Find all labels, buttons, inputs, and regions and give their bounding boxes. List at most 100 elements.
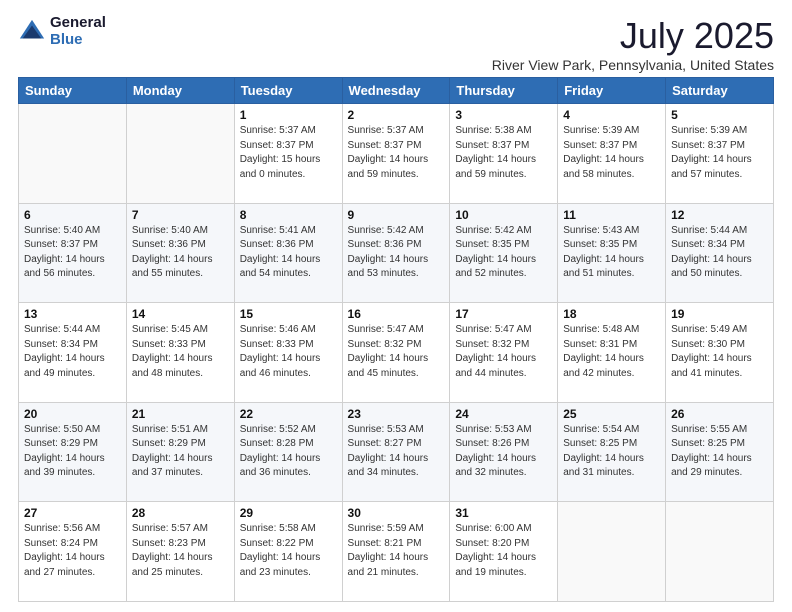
table-row [558, 502, 666, 602]
table-row: 25Sunrise: 5:54 AM Sunset: 8:25 PM Dayli… [558, 402, 666, 502]
table-row: 24 Sunrise: 5:53 AM Sunset: 8:26 PM Dayli… [450, 402, 558, 502]
day-number: 17 [455, 307, 552, 321]
calendar-week-row: 13Sunrise: 5:44 AM Sunset: 8:34 PM Dayli… [19, 303, 774, 403]
table-row: 13Sunrise: 5:44 AM Sunset: 8:34 PM Dayli… [19, 303, 127, 403]
day-number: 29 [240, 506, 337, 520]
day-detail: Sunrise: 5:51 AM Sunset: 8:29 PM Dayligh… [132, 423, 229, 481]
title-block: July 2025 River View Park, Pennsylvania,… [492, 15, 774, 73]
day-number: 14 [132, 307, 229, 321]
day-detail: Sunrise: 5:39 AM Sunset: 8:37 PM Dayligh… [563, 124, 660, 182]
day-detail: Sunrise: 5:42 AM Sunset: 8:36 PM Dayligh… [348, 224, 445, 282]
col-friday: Friday [558, 78, 666, 104]
table-row: 17 Sunrise: 5:47 AM Sunset: 8:32 PM Dayli… [450, 303, 558, 403]
col-saturday: Saturday [666, 78, 774, 104]
calendar-header-row: Sunday Monday Tuesday Wednesday Thursday… [19, 78, 774, 104]
day-number: 12 [671, 208, 768, 222]
day-detail: Sunrise: 5:44 AM Sunset: 8:34 PM Dayligh… [671, 224, 768, 282]
table-row: 27Sunrise: 5:56 AM Sunset: 8:24 PM Dayli… [19, 502, 127, 602]
table-row: 14 Sunrise: 5:45 AM Sunset: 8:33 PM Dayli… [126, 303, 234, 403]
day-detail: Sunrise: 5:50 AM Sunset: 8:29 PM Dayligh… [24, 423, 121, 481]
day-detail: Sunrise: 5:53 AM Sunset: 8:26 PM Dayligh… [455, 423, 552, 481]
page: General Blue July 2025 River View Park, … [0, 0, 792, 612]
day-detail: Sunrise: 5:42 AM Sunset: 8:35 PM Dayligh… [455, 224, 552, 282]
col-wednesday: Wednesday [342, 78, 450, 104]
day-number: 7 [132, 208, 229, 222]
day-number: 22 [240, 407, 337, 421]
table-row: 22Sunrise: 5:52 AM Sunset: 8:28 PM Dayli… [234, 402, 342, 502]
header: General Blue July 2025 River View Park, … [18, 15, 774, 73]
day-number: 11 [563, 208, 660, 222]
day-number: 13 [24, 307, 121, 321]
day-number: 1 [240, 108, 337, 122]
day-number: 2 [348, 108, 445, 122]
day-detail: Sunrise: 5:37 AM Sunset: 8:37 PM Dayligh… [240, 124, 337, 182]
table-row: 9 Sunrise: 5:42 AM Sunset: 8:36 PM Daylig… [342, 203, 450, 303]
day-detail: Sunrise: 5:59 AM Sunset: 8:21 PM Dayligh… [348, 522, 445, 580]
table-row: 16 Sunrise: 5:47 AM Sunset: 8:32 PM Dayli… [342, 303, 450, 403]
table-row: 18 Sunrise: 5:48 AM Sunset: 8:31 PM Dayli… [558, 303, 666, 403]
col-monday: Monday [126, 78, 234, 104]
day-number: 20 [24, 407, 121, 421]
calendar-week-row: 20 Sunrise: 5:50 AM Sunset: 8:29 PM Dayli… [19, 402, 774, 502]
day-number: 10 [455, 208, 552, 222]
day-number: 18 [563, 307, 660, 321]
day-number: 5 [671, 108, 768, 122]
table-row: 10 Sunrise: 5:42 AM Sunset: 8:35 PM Dayli… [450, 203, 558, 303]
table-row: 19Sunrise: 5:49 AM Sunset: 8:30 PM Dayli… [666, 303, 774, 403]
day-detail: Sunrise: 5:41 AM Sunset: 8:36 PM Dayligh… [240, 224, 337, 282]
day-number: 30 [348, 506, 445, 520]
table-row: 1 Sunrise: 5:37 AM Sunset: 8:37 PM Daylig… [234, 104, 342, 204]
table-row: 30 Sunrise: 5:59 AM Sunset: 8:21 PM Dayli… [342, 502, 450, 602]
day-detail: Sunrise: 5:40 AM Sunset: 8:36 PM Dayligh… [132, 224, 229, 282]
table-row: 21 Sunrise: 5:51 AM Sunset: 8:29 PM Dayli… [126, 402, 234, 502]
day-number: 15 [240, 307, 337, 321]
logo: General Blue [18, 15, 106, 48]
table-row: 23 Sunrise: 5:53 AM Sunset: 8:27 PM Dayli… [342, 402, 450, 502]
col-thursday: Thursday [450, 78, 558, 104]
day-number: 23 [348, 407, 445, 421]
day-detail: Sunrise: 5:45 AM Sunset: 8:33 PM Dayligh… [132, 323, 229, 381]
day-detail: Sunrise: 6:00 AM Sunset: 8:20 PM Dayligh… [455, 522, 552, 580]
day-number: 24 [455, 407, 552, 421]
table-row: 2Sunrise: 5:37 AM Sunset: 8:37 PM Daylig… [342, 104, 450, 204]
table-row [666, 502, 774, 602]
day-number: 28 [132, 506, 229, 520]
day-number: 3 [455, 108, 552, 122]
table-row: 4Sunrise: 5:39 AM Sunset: 8:37 PM Daylig… [558, 104, 666, 204]
day-number: 21 [132, 407, 229, 421]
day-detail: Sunrise: 5:46 AM Sunset: 8:33 PM Dayligh… [240, 323, 337, 381]
day-number: 16 [348, 307, 445, 321]
day-number: 26 [671, 407, 768, 421]
day-number: 31 [455, 506, 552, 520]
day-detail: Sunrise: 5:38 AM Sunset: 8:37 PM Dayligh… [455, 124, 552, 182]
table-row: 5 Sunrise: 5:39 AM Sunset: 8:37 PM Daylig… [666, 104, 774, 204]
calendar-week-row: 1 Sunrise: 5:37 AM Sunset: 8:37 PM Daylig… [19, 104, 774, 204]
table-row: 29Sunrise: 5:58 AM Sunset: 8:22 PM Dayli… [234, 502, 342, 602]
day-detail: Sunrise: 5:39 AM Sunset: 8:37 PM Dayligh… [671, 124, 768, 182]
day-detail: Sunrise: 5:47 AM Sunset: 8:32 PM Dayligh… [348, 323, 445, 381]
table-row: 8Sunrise: 5:41 AM Sunset: 8:36 PM Daylig… [234, 203, 342, 303]
table-row: 3 Sunrise: 5:38 AM Sunset: 8:37 PM Daylig… [450, 104, 558, 204]
day-detail: Sunrise: 5:40 AM Sunset: 8:37 PM Dayligh… [24, 224, 121, 282]
table-row: 11Sunrise: 5:43 AM Sunset: 8:35 PM Dayli… [558, 203, 666, 303]
subtitle: River View Park, Pennsylvania, United St… [492, 57, 774, 73]
table-row: 15 Sunrise: 5:46 AM Sunset: 8:33 PM Dayli… [234, 303, 342, 403]
day-number: 9 [348, 208, 445, 222]
day-detail: Sunrise: 5:49 AM Sunset: 8:30 PM Dayligh… [671, 323, 768, 381]
day-detail: Sunrise: 5:56 AM Sunset: 8:24 PM Dayligh… [24, 522, 121, 580]
logo-icon [18, 18, 46, 46]
main-title: July 2025 [492, 15, 774, 57]
day-detail: Sunrise: 5:53 AM Sunset: 8:27 PM Dayligh… [348, 423, 445, 481]
day-detail: Sunrise: 5:57 AM Sunset: 8:23 PM Dayligh… [132, 522, 229, 580]
col-sunday: Sunday [19, 78, 127, 104]
logo-general: General [50, 15, 106, 32]
table-row: 31 Sunrise: 6:00 AM Sunset: 8:20 PM Dayli… [450, 502, 558, 602]
day-detail: Sunrise: 5:47 AM Sunset: 8:32 PM Dayligh… [455, 323, 552, 381]
day-detail: Sunrise: 5:48 AM Sunset: 8:31 PM Dayligh… [563, 323, 660, 381]
table-row [126, 104, 234, 204]
calendar-week-row: 27Sunrise: 5:56 AM Sunset: 8:24 PM Dayli… [19, 502, 774, 602]
day-detail: Sunrise: 5:55 AM Sunset: 8:25 PM Dayligh… [671, 423, 768, 481]
table-row: 6Sunrise: 5:40 AM Sunset: 8:37 PM Daylig… [19, 203, 127, 303]
col-tuesday: Tuesday [234, 78, 342, 104]
day-number: 25 [563, 407, 660, 421]
